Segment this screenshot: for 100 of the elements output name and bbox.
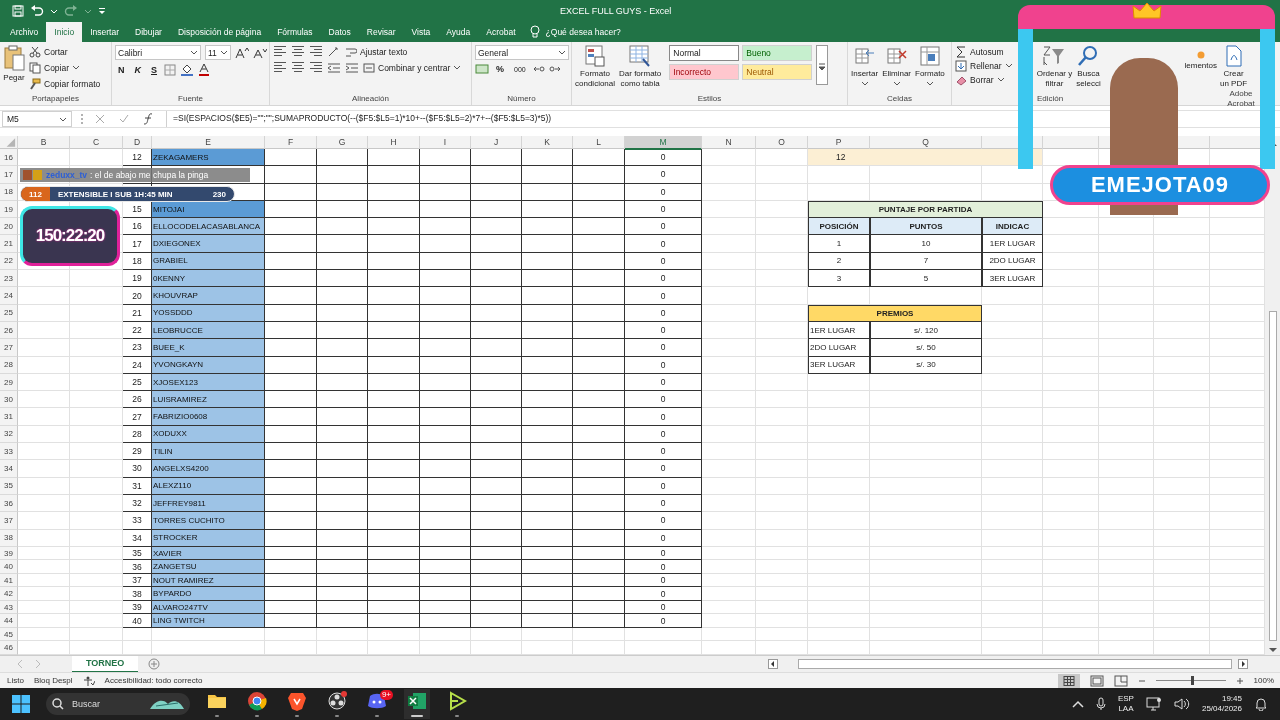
ribbon-tab[interactable]: Insertar bbox=[82, 22, 127, 42]
ribbon-tab[interactable]: Acrobat bbox=[478, 22, 524, 42]
column-header[interactable]: H bbox=[368, 136, 420, 150]
ribbon-tab[interactable]: Disposición de página bbox=[169, 22, 270, 42]
accessibility-status[interactable]: Accesibilidad: todo correcto bbox=[104, 676, 203, 685]
table-cell: 0 bbox=[625, 391, 702, 409]
ribbon-tab[interactable]: Fórmulas bbox=[269, 22, 321, 42]
merge-center-button[interactable]: Combinar y centrar bbox=[363, 61, 462, 74]
clock-time[interactable]: 19:45 bbox=[1221, 694, 1242, 704]
group-label: Número bbox=[506, 94, 537, 104]
row-header[interactable]: 37 bbox=[0, 512, 18, 530]
table-cell: 0 bbox=[625, 529, 702, 547]
row-header[interactable]: 17 bbox=[0, 166, 18, 184]
font-name-dropdown[interactable]: Calibri bbox=[115, 45, 201, 60]
group-label: Estilos bbox=[696, 94, 723, 104]
cell-style[interactable]: Bueno bbox=[742, 45, 813, 61]
cut-button[interactable]: Cortar bbox=[29, 45, 101, 58]
italic-button[interactable]: K bbox=[131, 64, 144, 75]
autosum-button[interactable]: Autosum bbox=[955, 45, 1013, 58]
table-cell: 0 bbox=[625, 149, 702, 167]
table-cell: 1 bbox=[808, 235, 870, 253]
language-text: ESP bbox=[1117, 694, 1134, 704]
copy-button[interactable]: Copiar bbox=[29, 61, 101, 74]
row-header[interactable]: 23 bbox=[0, 270, 18, 288]
row-header[interactable]: 27 bbox=[0, 339, 18, 357]
add-ins-button[interactable]: lementos bbox=[1184, 45, 1217, 71]
fill-button[interactable]: Rellenar bbox=[955, 59, 1013, 72]
format-button[interactable]: Formato bbox=[915, 45, 945, 88]
row-header[interactable]: 31 bbox=[0, 408, 18, 426]
row-header[interactable]: 30 bbox=[0, 391, 18, 409]
ribbon-tab[interactable]: Dibujar bbox=[127, 22, 170, 42]
ribbon-tab[interactable]: Revisar bbox=[358, 22, 404, 42]
bold-button[interactable]: N bbox=[115, 64, 128, 75]
ribbon-tab[interactable]: Datos bbox=[320, 22, 359, 42]
row-header[interactable]: 33 bbox=[0, 443, 18, 461]
cell-style[interactable]: Normal bbox=[669, 45, 740, 61]
search-field[interactable]: ¿Qué desea hacer? bbox=[543, 26, 654, 38]
table-cell: s/. 30 bbox=[870, 356, 982, 374]
ribbon-tab[interactable]: Vista bbox=[403, 22, 439, 42]
delete-button[interactable]: Eliminar bbox=[882, 45, 912, 88]
create-pdf-button[interactable]: Crear un PDF bbox=[1220, 45, 1248, 89]
name-cell: TORRES CUCHITO bbox=[152, 512, 265, 530]
name-cell: ANGELXS4200 bbox=[152, 460, 265, 478]
table-cell: 2DO LUGAR bbox=[982, 252, 1043, 271]
font-size-dropdown[interactable]: 11 bbox=[205, 45, 231, 60]
column-header[interactable]: N bbox=[702, 136, 756, 150]
format-painter-button[interactable]: Copiar formato bbox=[29, 77, 101, 90]
name-cell: KHOUVRAP bbox=[152, 287, 265, 305]
number-format-dropdown[interactable]: General bbox=[475, 45, 569, 60]
row-header[interactable]: 46 bbox=[0, 641, 18, 655]
row-header[interactable]: 21 bbox=[0, 235, 18, 253]
taskbar-search-box[interactable]: Buscar bbox=[46, 693, 190, 715]
table-cell: 0 bbox=[625, 560, 702, 574]
table-cell: 0 bbox=[625, 494, 702, 513]
percent-button[interactable]: % bbox=[493, 64, 507, 74]
clear-button[interactable]: Borrar bbox=[955, 73, 1013, 86]
find-select-button[interactable]: Busca selecci bbox=[1076, 45, 1101, 89]
wrap-text-button[interactable]: Ajustar texto bbox=[345, 45, 408, 58]
sheet-tab[interactable]: TORNEO bbox=[72, 655, 139, 673]
column-header[interactable]: K bbox=[522, 136, 573, 150]
format-as-table-button[interactable]: Dar formato como tabla bbox=[619, 45, 662, 89]
ribbon-tab[interactable]: Archivo bbox=[2, 22, 47, 42]
row-header[interactable]: 40 bbox=[0, 560, 18, 574]
cell-style[interactable]: Neutral bbox=[742, 64, 813, 80]
row-header[interactable]: 42 bbox=[0, 587, 18, 601]
name-cell: BUEE_K bbox=[152, 339, 265, 357]
row-header[interactable]: 24 bbox=[0, 287, 18, 305]
zoom-level[interactable]: 100% bbox=[1253, 676, 1274, 685]
column-header[interactable]: C bbox=[70, 136, 123, 150]
table-cell: 2 bbox=[808, 252, 870, 271]
column-header[interactable]: I bbox=[420, 136, 471, 150]
table-cell: 3ER LUGAR bbox=[808, 356, 870, 374]
row-header[interactable]: 20 bbox=[0, 218, 18, 236]
cell-style[interactable]: Incorrecto bbox=[669, 64, 740, 80]
name-box[interactable]: M5 bbox=[2, 111, 72, 127]
underline-button[interactable]: S bbox=[148, 64, 160, 75]
group-label: Edición bbox=[1036, 94, 1065, 104]
clock-date[interactable]: 25/04/2026 bbox=[1201, 704, 1242, 714]
language-indicator[interactable]: ESP LAA bbox=[1117, 694, 1134, 714]
ribbon-tab[interactable]: Ayuda bbox=[438, 22, 479, 42]
table-cell: 12 bbox=[808, 149, 1043, 167]
row-header[interactable]: 44 bbox=[0, 614, 18, 628]
insert-button[interactable]: Insertar bbox=[851, 45, 879, 88]
sort-filter-button[interactable]: Ordenar y filtrar bbox=[1036, 45, 1073, 89]
paste-button[interactable]: Pegar bbox=[3, 45, 25, 83]
column-header[interactable]: J bbox=[471, 136, 522, 150]
conditional-format-button[interactable]: Formato condicional bbox=[575, 45, 616, 89]
search-field[interactable]: Buscar bbox=[70, 698, 144, 710]
ribbon-tab[interactable]: Inicio bbox=[46, 22, 83, 42]
table-cell: INDICAC bbox=[982, 218, 1043, 236]
table-cell: 0 bbox=[625, 356, 702, 374]
column-header[interactable]: G bbox=[317, 136, 368, 150]
table-cell: 7 bbox=[870, 252, 982, 271]
column-header[interactable]: M bbox=[625, 136, 702, 150]
row-header[interactable]: 34 bbox=[0, 460, 18, 478]
table-cell: 0 bbox=[625, 339, 702, 357]
table-cell: 1ER LUGAR bbox=[808, 321, 870, 340]
row-header[interactable]: 16 bbox=[0, 149, 18, 167]
status-text: Bloq Despl bbox=[33, 676, 73, 685]
table-cell: 0 bbox=[625, 477, 702, 495]
